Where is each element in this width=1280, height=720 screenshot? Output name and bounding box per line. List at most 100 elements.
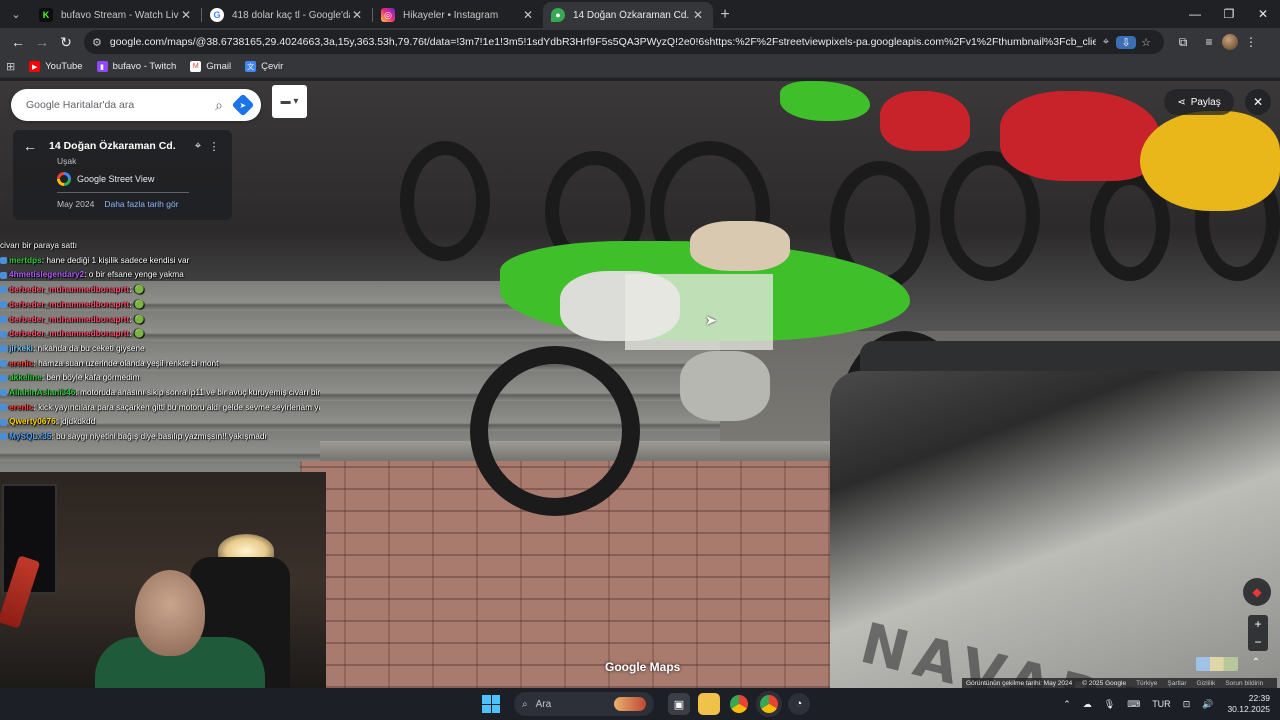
chrome-icon[interactable] [730,695,748,713]
bookmark-label: YouTube [45,61,83,72]
minimize-icon[interactable]: — [1178,0,1212,28]
chat-message: akkeline: ben böyle kafa görmedim [0,370,320,385]
bookmark-translate[interactable]: 文 Çevir [245,61,283,72]
dirt-bike-rear-wheel [470,346,640,516]
privacy-link[interactable]: Gizlilik [1197,680,1216,687]
chat-username: derbeder_muhammedbonaprtt [9,328,130,339]
zoom-in-button[interactable]: + [1248,615,1268,633]
bookmark-label: bufavo - Twitch [112,61,177,72]
capture-date: May 2024 [57,199,95,209]
search-icon[interactable]: ⌕ [215,97,223,114]
close-tab-icon[interactable]: ✕ [521,8,535,22]
search-input[interactable] [26,99,216,111]
map-thumbnails[interactable] [1196,657,1238,671]
volume-icon[interactable]: 🔊 [1202,699,1213,710]
maps-search-box[interactable]: ⌕ ➤ [11,89,261,121]
url-text[interactable]: google.com/maps/@38.6738165,29.4024663,3… [110,36,1096,48]
chat-badge-icon [0,418,7,426]
layers-toggle-button[interactable]: ▬ ▾ [272,85,307,118]
chat-message: mertdps: hane dediği 1 kişilik sadece ke… [0,253,320,268]
close-tab-icon[interactable]: ✕ [691,8,705,22]
close-icon: ✕ [1252,95,1264,109]
chat-text: : hamza suan uzerinde olanda yeşil renkt… [33,357,219,368]
restore-icon[interactable]: ❐ [1212,0,1246,28]
region-link[interactable]: Türkiye [1136,680,1157,687]
profile-avatar[interactable] [1222,34,1238,50]
chat-text: : 🟢 [129,284,145,295]
forward-button[interactable]: → [30,30,54,54]
toolbar-actions: ⧉ ≡ ⋮ [1170,34,1264,50]
tab-instagram[interactable]: ◎ Hikayeler • Instagram ✕ [373,2,543,28]
report-problem-link[interactable]: Sorun bildirin [1225,680,1263,687]
more-options-icon[interactable]: ⋮ [206,140,222,153]
media-controls-icon[interactable]: ≡ [1196,35,1222,49]
zoom-controls: + − [1248,615,1268,651]
address-bar[interactable]: ⚙ google.com/maps/@38.6738165,29.4024663… [84,30,1164,54]
chat-text: : ben böyle kafa görmedim [41,372,140,383]
chat-text: : 🟢 [129,328,145,339]
tab-kick[interactable]: K bufavo Stream - Watch Live on ✕ [31,2,201,28]
chrome-active-icon[interactable] [760,695,778,713]
new-tab-button[interactable]: + [713,2,737,28]
back-button[interactable]: ← [6,30,30,54]
location-pin-icon[interactable]: ⌖ [1096,36,1116,49]
windows-start-icon[interactable] [482,695,500,713]
keyboard-icon[interactable]: ⌨ [1127,699,1140,710]
recording-app-icon[interactable]: ◔ [788,693,810,715]
zoom-out-button[interactable]: − [1248,633,1268,651]
expand-icon[interactable]: ⌃ [1249,657,1263,668]
onedrive-icon[interactable]: ☁ [1083,699,1092,710]
close-street-view-button[interactable]: ✕ [1245,89,1271,115]
reload-button[interactable]: ↻ [54,30,78,54]
chat-text: : bu saygı niyetini bağış diye basılıp y… [51,431,267,442]
install-app-icon[interactable]: ⇩ [1116,35,1136,49]
language-indicator[interactable]: TUR [1152,699,1171,709]
bookmark-youtube[interactable]: ▶ YouTube [29,61,83,72]
directions-icon[interactable]: ➤ [231,93,255,117]
apps-grid-icon[interactable]: ⊞ [6,60,15,73]
taskbar-search[interactable]: ⌕ Ara [514,692,654,716]
microphone-icon[interactable]: 🎙 [1104,699,1115,710]
back-arrow-icon[interactable]: ← [23,138,49,154]
chat-message: derbeder_muhammedbonaprtt: 🟢 [0,297,320,312]
bookmark-label: Çevir [261,61,284,72]
chat-text: : hane dediği 1 kişilik sadece kendisi v… [41,254,190,265]
tab-google-search[interactable]: G 418 dolar kaç tl - Google'da Ara ✕ [202,2,372,28]
close-window-icon[interactable]: ✕ [1246,0,1280,28]
chat-username: MySQLx35 [9,431,52,442]
bike-wheel [400,141,490,261]
street-view-place-card: ← 14 Doğan Özkaraman Cd. ⌖ ⋮ Uşak Google… [13,130,232,220]
close-tab-icon[interactable]: ✕ [350,8,364,22]
dirt-bike-engine [680,351,770,421]
see-more-dates-link[interactable]: Daha fazla tarih gör [104,199,178,209]
chevron-up-icon[interactable]: ⌃ [1063,699,1071,710]
menu-kebab-icon[interactable]: ⋮ [1238,35,1264,49]
dirt-bike-seat-bag [690,221,790,271]
task-view-icon[interactable]: ▣ [668,693,690,715]
network-icon[interactable]: ⊡ [1183,699,1191,710]
tab-strip: ⌄ K bufavo Stream - Watch Live on ✕ G 41… [0,0,1280,28]
blurred-plate-area [625,274,773,350]
file-explorer-icon[interactable] [698,693,720,715]
location-pin-icon[interactable]: ⌖ [190,140,206,153]
bookmark-twitch[interactable]: ▮ bufavo - Twitch [96,61,177,72]
compass-button[interactable]: ◆ [1243,578,1271,606]
share-button[interactable]: ⋖ Paylaş [1164,89,1234,115]
tab-search-button[interactable]: ⌄ [3,3,29,25]
site-info-icon[interactable]: ⚙ [92,36,102,49]
bookmark-gmail[interactable]: M Gmail [190,61,231,72]
chat-username: mertdps [9,254,42,265]
bookmark-star-icon[interactable]: ☆ [1136,36,1156,49]
tab-google-maps[interactable]: ● 14 Doğan Özkaraman Cd. - Goo ✕ [543,2,713,28]
clock[interactable]: 22:39 30.12.2025 [1227,693,1270,715]
taskbar-center: ⌕ Ara ▣ ◔ [482,688,814,720]
terms-link[interactable]: Şartlar [1167,680,1186,687]
yellow-scooter-body [1140,111,1280,211]
chat-badge-icon [0,301,7,309]
close-tab-icon[interactable]: ✕ [179,8,193,22]
chat-message: derbeder_muhammedbonaprtt: 🟢 [0,326,320,341]
extensions-icon[interactable]: ⧉ [1170,35,1196,50]
streamer-head [135,570,205,656]
chat-badge-icon [0,330,7,338]
chat-badge-icon [0,433,7,441]
